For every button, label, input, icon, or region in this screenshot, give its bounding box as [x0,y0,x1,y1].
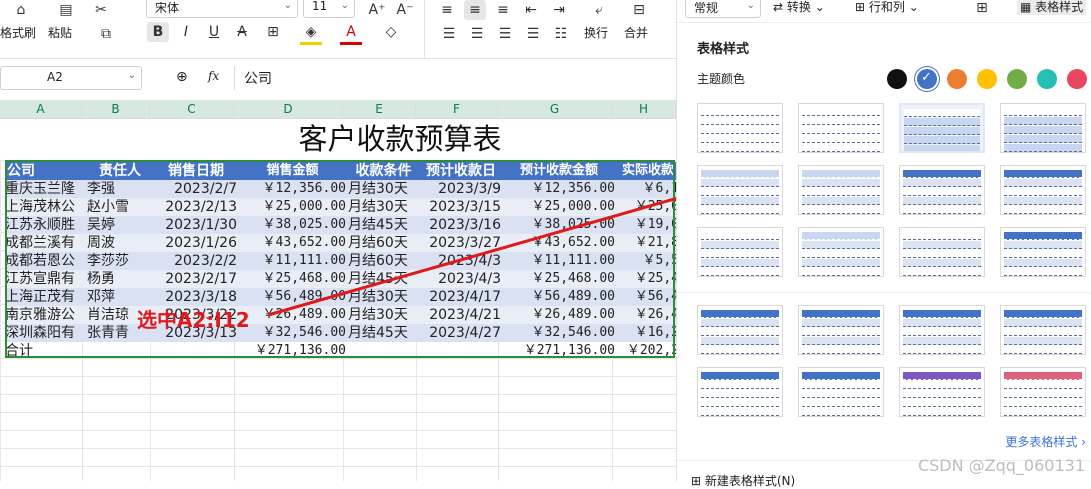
row-col-label: 行和列 [868,0,905,14]
table-style-thumbnail[interactable] [899,165,985,215]
table-style-thumbnail[interactable] [798,227,884,277]
panel-ribbon-strip: 常规 ⌄ ⇄ 转换 ⌄ ⊞ 行和列 ⌄ ⊞ ▦ 表格样式 [677,0,1091,23]
theme-color-swatch[interactable] [1007,69,1027,89]
table-style-thumbnail[interactable] [697,103,783,153]
more-styles-label: 更多表格样式 [1005,435,1078,449]
table-icon[interactable]: ⊞ [971,0,993,18]
table-style-thumbnail[interactable] [899,227,985,277]
table-style-thumbnail[interactable] [899,367,985,417]
watermark-text: CSDN @Zqq_060131 [917,456,1085,475]
row-col-button[interactable]: ⊞ 行和列 ⌄ [855,0,919,15]
table-style-thumbnail[interactable] [697,227,783,277]
check-icon: ✓ [921,70,932,85]
more-styles-link[interactable]: 更多表格样式 › [1005,433,1086,450]
table-style-thumbnail[interactable] [697,165,783,215]
table-style-thumbnail[interactable] [1000,165,1086,215]
table-style-thumbnail[interactable] [1000,227,1086,277]
chevron-right-icon: › [1081,435,1086,449]
convert-label: 转换 [786,0,811,14]
table-style-thumbnail[interactable] [798,305,884,355]
table-style-button[interactable]: ▦ 表格样式 [1017,0,1087,15]
table-style-thumbnail[interactable] [1000,103,1086,153]
number-format-select[interactable]: 常规 ⌄ [685,0,761,18]
convert-button[interactable]: ⇄ 转换 ⌄ [773,0,825,15]
table-style-thumbnail[interactable] [899,103,985,153]
table-style-thumbnail[interactable] [899,305,985,355]
theme-color-swatch[interactable] [977,69,997,89]
table-style-thumbnail[interactable] [798,165,884,215]
table-style-thumbnail[interactable] [1000,305,1086,355]
theme-color-swatch[interactable]: ✓ [917,69,937,89]
table-style-thumbnail[interactable] [798,103,884,153]
table-style-panel: 常规 ⌄ ⇄ 转换 ⌄ ⊞ 行和列 ⌄ ⊞ ▦ 表格样式 表格样式 主题颜色 ✓ … [676,0,1091,488]
table-style-label: 表格样式 [1035,0,1084,14]
theme-color-swatch[interactable] [1067,69,1087,89]
theme-color-swatch[interactable] [887,69,907,89]
new-style-label: 新建表格样式(N) [704,474,796,488]
chevron-down-icon: ⌄ [746,0,755,11]
table-style-thumbnail[interactable] [798,367,884,417]
theme-color-swatch[interactable] [1037,69,1057,89]
gallery-divider [677,292,1091,293]
table-style-thumbnail[interactable] [697,367,783,417]
theme-colors-label: 主题颜色 [697,72,746,86]
table-style-thumbnail[interactable] [1000,367,1086,417]
panel-title: 表格样式 [697,42,750,57]
theme-color-swatch[interactable] [947,69,967,89]
table-style-thumbnail[interactable] [697,305,783,355]
number-format-value: 常规 [694,1,719,15]
